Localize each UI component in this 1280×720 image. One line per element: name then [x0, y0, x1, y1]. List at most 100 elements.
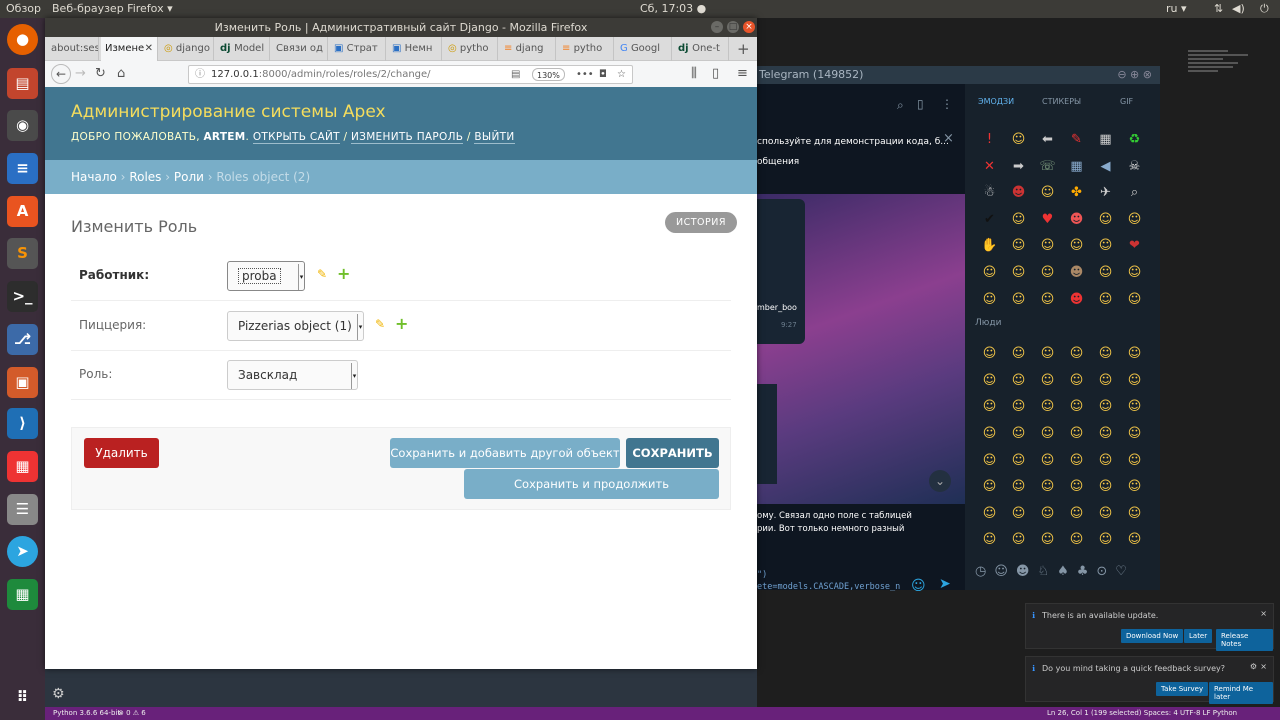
message-bubble-2[interactable] — [757, 384, 777, 484]
search-icon[interactable]: ⌕ — [897, 98, 904, 113]
scroll-down-icon[interactable]: ⌄ — [929, 470, 951, 492]
vscode-icon[interactable]: ⟩ — [7, 408, 38, 439]
history-button[interactable]: ИСТОРИЯ — [665, 212, 737, 233]
clock[interactable]: Сб, 17:03 ● — [640, 0, 706, 18]
tab-active[interactable]: Измене ✕ — [101, 37, 158, 61]
files-icon[interactable]: ▤ — [7, 68, 38, 99]
tab-stickers[interactable]: СТИКЕРЫ — [1042, 97, 1081, 106]
tab-emoji[interactable]: ЭМОДЗИ — [978, 97, 1014, 106]
site-branding[interactable]: Администрирование системы Apex — [71, 102, 731, 122]
launcher-dock: ● ▤ ◉ ≡ A S >_ ⎇ ▣ ⟩ ▦ ☰ ➤ ▦ ⠿ — [0, 18, 45, 720]
send-icon[interactable]: ➤ — [939, 576, 951, 592]
role-select[interactable]: Завсклад ▾ — [227, 360, 358, 390]
save-button[interactable]: СОХРАНИТЬ — [626, 438, 719, 468]
save-and-continue-button[interactable]: Сохранить и продолжить редактирование — [464, 469, 719, 521]
telegram-icon[interactable]: ➤ — [7, 536, 38, 567]
database-icon[interactable]: ☰ — [7, 494, 38, 525]
tab[interactable]: about:ses — [47, 37, 99, 61]
later-button[interactable]: Later — [1184, 629, 1213, 643]
breadcrumb-model[interactable]: Роли — [174, 170, 204, 184]
home-icon[interactable]: ⌂ — [117, 66, 125, 81]
zoom-indicator[interactable]: 130% — [532, 68, 565, 81]
emoji-grid[interactable]: ! ☺ ⬅ ✎ ▦ ♻ ✕ ➡ ☏ ▦ ◀ ☠ ☃ ☻ ☺ ✤ ✈ ⌕ ✔ ☺ ♥ ☻ ☺ ☺ ✋ ☺ ☺ ☺ ☺ ❤ ☺ ☺ ☺ ☻ ☺… — [975, 132, 1155, 559]
worker-select[interactable]: proba ▾ — [227, 261, 305, 291]
tab[interactable]: ▣ Страт — [330, 37, 386, 61]
add-plus-icon[interactable]: + — [395, 314, 408, 333]
release-notes-button[interactable]: Release Notes — [1216, 629, 1273, 651]
close-window-icon[interactable]: × — [743, 21, 755, 33]
cursor-position[interactable]: Ln 26, Col 1 (199 selected) Spaces: 4 UT… — [1047, 707, 1237, 720]
calc-icon[interactable]: ▦ — [7, 579, 38, 610]
back-icon[interactable]: ← — [51, 64, 71, 84]
firefox-icon[interactable]: ● — [7, 24, 38, 55]
remind-later-button[interactable]: Remind Me later — [1209, 682, 1273, 704]
writer-icon[interactable]: ≡ — [7, 153, 38, 184]
tab[interactable]: ◎ pytho — [444, 37, 498, 61]
activities-button[interactable]: Обзор — [6, 0, 41, 18]
reload-icon[interactable]: ↻ — [95, 66, 106, 81]
terminal-icon[interactable]: >_ — [7, 281, 38, 312]
pizzeria-select[interactable]: Pizzerias object (1) ▾ — [227, 311, 364, 341]
emoji-category-icons[interactable]: ◷☺☻♘♠♣⊙♡ — [975, 564, 1135, 579]
sidebar-toggle-icon[interactable]: ▯ — [917, 97, 924, 111]
sidebar-icon[interactable]: ▯ — [712, 66, 719, 81]
tab[interactable]: Связи од — [272, 37, 328, 61]
tab[interactable]: ◎ django — [160, 37, 214, 61]
tab[interactable]: ≡ djang — [500, 37, 556, 61]
maximize-icon[interactable]: □ — [727, 21, 739, 33]
message-bubble[interactable]: mber_boo 9:27 — [757, 199, 805, 344]
add-plus-icon[interactable]: + — [337, 264, 350, 283]
url-bar[interactable]: ⓘ 127.0.0.1:8000/admin/roles/roles/2/cha… — [188, 65, 633, 84]
library-icon[interactable]: ⫼ — [691, 66, 697, 81]
tab[interactable]: dj One-t — [674, 37, 729, 61]
sublime-icon[interactable]: S — [7, 238, 38, 269]
minimize-icon[interactable]: – — [711, 21, 723, 33]
tab[interactable]: dj Model — [216, 37, 270, 61]
take-survey-button[interactable]: Take Survey — [1156, 682, 1209, 696]
tab-gif[interactable]: GIF — [1120, 97, 1133, 106]
pocket-icon[interactable]: ◘ — [599, 66, 607, 83]
edit-pencil-icon[interactable]: ✎ — [375, 317, 385, 331]
info-icon[interactable]: ⓘ — [195, 66, 205, 83]
rhythmbox-icon[interactable]: ◉ — [7, 110, 38, 141]
breadcrumb-app[interactable]: Roles — [129, 170, 161, 184]
save-and-add-button[interactable]: Сохранить и добавить другой объект — [390, 438, 620, 468]
gear-icon[interactable]: ⚙ — [1250, 662, 1257, 671]
tab[interactable]: G Googl — [616, 37, 672, 61]
close-pinned-icon[interactable]: × — [943, 131, 954, 146]
close-icon[interactable]: × — [1260, 609, 1267, 618]
breadcrumb-home[interactable]: Начало — [71, 170, 117, 184]
more-icon[interactable]: ⋮ — [941, 97, 953, 111]
forward-icon[interactable]: → — [75, 66, 86, 81]
emoji-button-icon[interactable]: ☺ — [911, 578, 926, 594]
download-now-button[interactable]: Download Now — [1121, 629, 1184, 643]
tab[interactable]: ≡ pytho — [558, 37, 614, 61]
new-tab-icon[interactable]: + — [733, 37, 755, 61]
show-apps-icon[interactable]: ⠿ — [7, 682, 38, 713]
network-tool-icon[interactable]: ⎇ — [7, 324, 38, 355]
folder-icon[interactable]: ▣ — [7, 367, 38, 398]
edit-pencil-icon[interactable]: ✎ — [317, 267, 327, 281]
app-menu[interactable]: Веб-браузер Firefox ▾ — [52, 0, 173, 18]
view-site-link[interactable]: ОТКРЫТЬ САЙТ — [252, 131, 340, 144]
network-icon[interactable]: ⇅ — [1214, 0, 1223, 18]
settings-gear-icon[interactable]: ⚙ — [52, 686, 65, 702]
telegram-window-controls[interactable]: ⊖ ⊕ ⊗ — [1117, 66, 1152, 84]
language-indicator[interactable]: ru ▾ — [1166, 0, 1187, 18]
logout-link[interactable]: ВЫЙТИ — [474, 131, 515, 144]
power-icon[interactable]: ⏻ — [1260, 0, 1269, 18]
tab[interactable]: ▣ Немн — [388, 37, 442, 61]
python-version[interactable]: Python 3.6.6 64-bit — [53, 707, 120, 720]
apps-grid-colored-icon[interactable]: ▦ — [7, 451, 38, 482]
reader-mode-icon[interactable]: ▤ — [511, 66, 520, 83]
delete-button[interactable]: Удалить — [84, 438, 159, 468]
problems-count[interactable]: ⊗ 0 ⚠ 6 — [118, 707, 146, 720]
change-password-link[interactable]: ИЗМЕНИТЬ ПАРОЛЬ — [351, 131, 464, 144]
close-tab-icon[interactable]: ✕ — [145, 37, 153, 61]
menu-icon[interactable]: ≡ — [737, 66, 748, 81]
volume-icon[interactable]: ◀) — [1232, 0, 1245, 18]
close-icon[interactable]: × — [1260, 662, 1267, 671]
software-icon[interactable]: A — [7, 196, 38, 227]
page-actions-icon[interactable]: ••• — [576, 66, 594, 83]
bookmark-star-icon[interactable]: ☆ — [617, 66, 626, 83]
